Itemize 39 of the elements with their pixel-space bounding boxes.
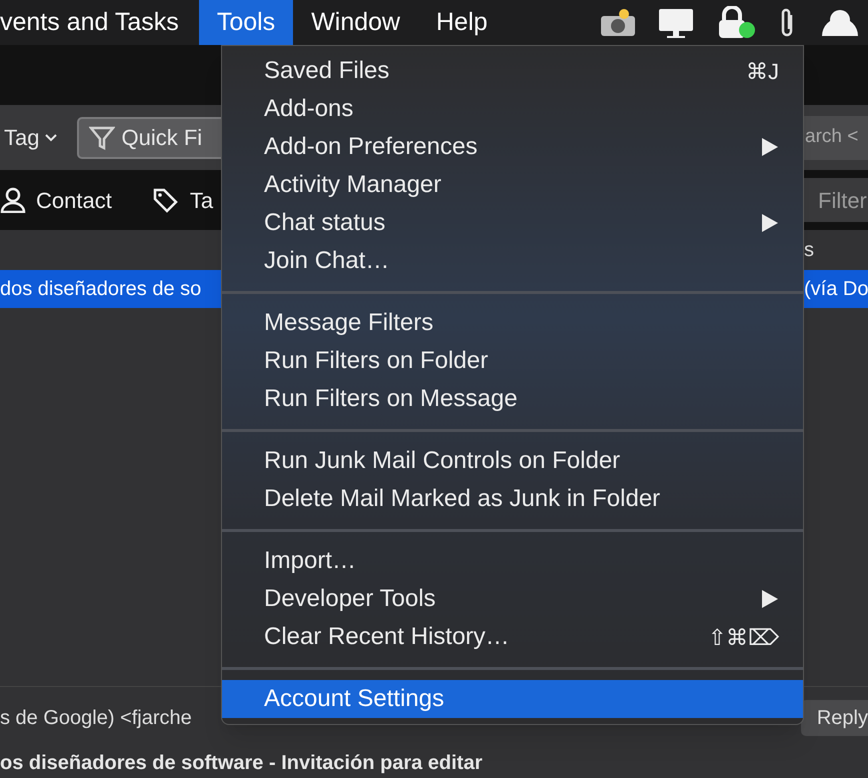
menu-item[interactable]: Chat status bbox=[222, 204, 803, 242]
tag-dropdown[interactable]: Tag bbox=[4, 121, 40, 154]
message-sender: (vía Do bbox=[804, 277, 868, 302]
message-title: os diseñadores de software - Invitación para editar bbox=[0, 751, 482, 776]
tags-filter-toggle[interactable]: Ta bbox=[190, 184, 214, 216]
search-field[interactable]: arch < bbox=[804, 116, 868, 160]
menu-item[interactable]: Account Settings bbox=[222, 680, 803, 718]
menu-bar-item[interactable]: Window bbox=[293, 0, 418, 45]
tag-icon bbox=[152, 187, 178, 213]
menu-bar-item[interactable]: Tools bbox=[198, 0, 294, 45]
menu-item[interactable]: Activity Manager bbox=[222, 166, 803, 204]
menu-item[interactable]: Add-on Preferences bbox=[222, 128, 803, 166]
reply-button[interactable]: Reply bbox=[800, 700, 868, 736]
menu-bar-item[interactable]: vents and Tasks bbox=[0, 0, 199, 45]
filter-field[interactable]: Filter bbox=[804, 178, 868, 222]
camera-icon bbox=[600, 8, 636, 36]
shortcut-label: ⌘J bbox=[746, 58, 779, 86]
quick-filter-button[interactable]: Quick Fi bbox=[77, 116, 221, 158]
lock-icon bbox=[716, 6, 756, 40]
shortcut-label: ⇧⌘⌦ bbox=[708, 624, 779, 652]
menu-item[interactable]: Message Filters bbox=[222, 304, 803, 342]
menu-item[interactable]: Delete Mail Marked as Junk in Folder bbox=[222, 480, 803, 518]
menu-item[interactable]: Run Filters on Message bbox=[222, 380, 803, 418]
menu-bar-item[interactable]: Help bbox=[418, 0, 506, 45]
menu-item[interactable]: Add-ons bbox=[222, 90, 803, 128]
menu-item[interactable]: Run Junk Mail Controls on Folder bbox=[222, 442, 803, 480]
message-subject: dos diseñadores de so bbox=[0, 277, 202, 302]
chevron-down-icon bbox=[45, 134, 58, 142]
menu-item[interactable]: Import… bbox=[222, 542, 803, 580]
contact-filter[interactable]: Contact bbox=[36, 184, 112, 216]
monitor-icon bbox=[658, 6, 694, 38]
funnel-icon bbox=[89, 124, 116, 150]
contact-icon bbox=[0, 187, 26, 213]
menu-item[interactable]: Join Chat… bbox=[222, 242, 803, 280]
sender-line: s de Google) <fjarche bbox=[0, 706, 192, 730]
menu-item[interactable]: Run Filters on Folder bbox=[222, 342, 803, 380]
menu-item[interactable]: Clear Recent History… ⇧⌘⌦ bbox=[222, 618, 803, 656]
column-header[interactable]: s bbox=[804, 235, 814, 265]
menu-item[interactable]: Developer Tools bbox=[222, 580, 803, 618]
